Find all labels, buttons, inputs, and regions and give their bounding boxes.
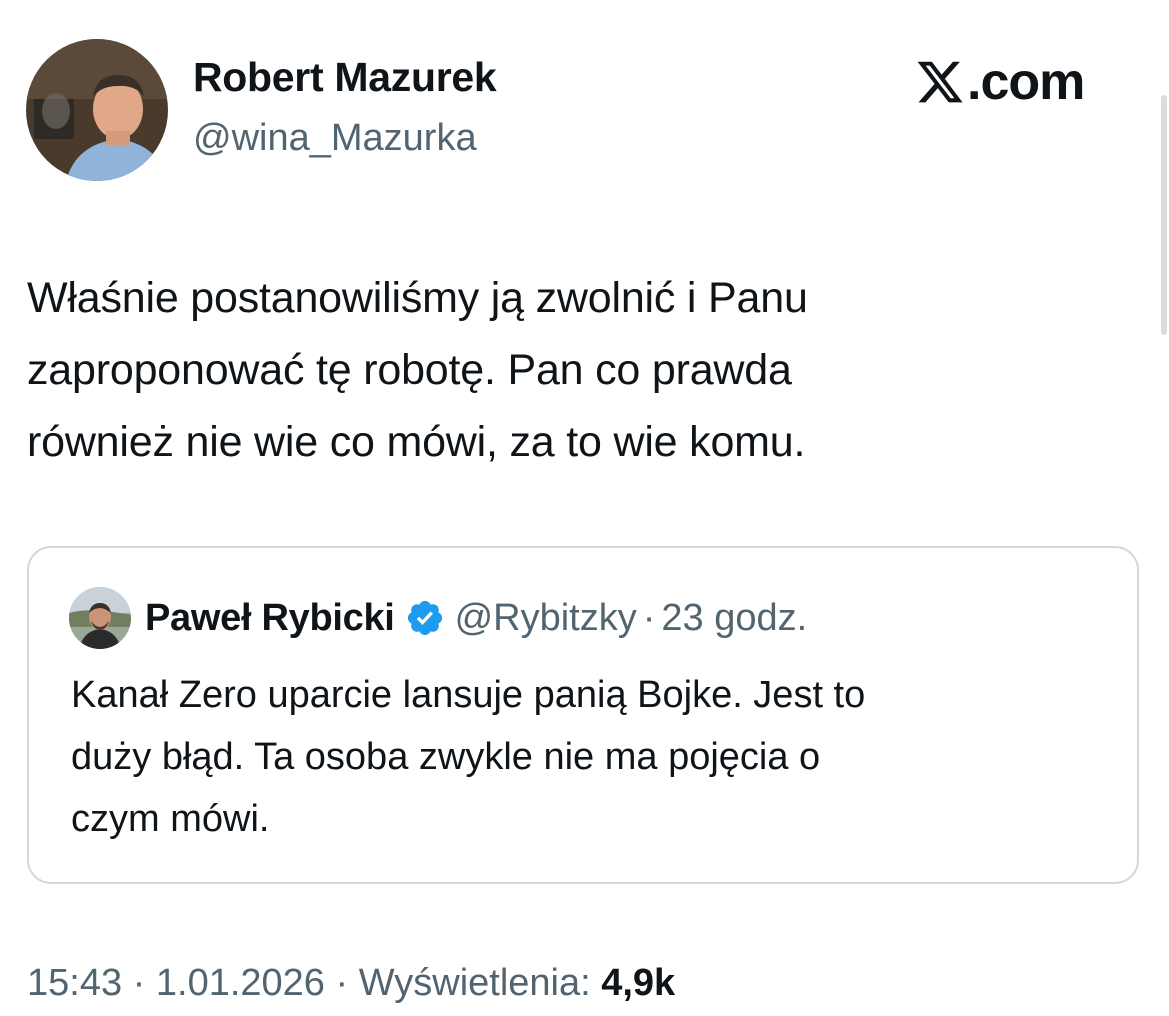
author-avatar[interactable] (26, 39, 168, 181)
meta-separator: · (335, 962, 349, 1004)
brand-text: .com (967, 53, 1085, 111)
tweet-time[interactable]: 15:43 (27, 962, 122, 1004)
brand-watermark: .com (915, 52, 1085, 112)
quoted-author-avatar-image (69, 587, 131, 649)
quoted-text-line: duży błąd. Ta osoba zwykle nie ma pojęci… (71, 736, 821, 778)
scrollbar[interactable] (1161, 95, 1167, 335)
quoted-text-line: czym mówi. (71, 798, 270, 840)
author-name[interactable]: Robert Mazurek (193, 54, 497, 101)
quoted-author-avatar[interactable] (69, 587, 131, 649)
author-handle[interactable]: @wina_Mazurka (193, 117, 477, 160)
verified-badge-icon (407, 600, 442, 636)
x-logo-icon (917, 61, 963, 103)
quoted-tweet-header: Paweł Rybicki @Rybitzky · 23 godz. (69, 586, 807, 650)
tweet-text-line: również nie wie co mówi, za to wie komu. (27, 418, 806, 466)
quoted-timestamp[interactable]: 23 godz. (661, 597, 807, 640)
tweet-text-line: Właśnie postanowiliśmy ją zwolnić i Panu (27, 274, 808, 322)
tweet-date[interactable]: 1.01.2026 (156, 962, 325, 1004)
tweet-text-line: zaproponować tę robotę. Pan co prawda (27, 346, 792, 394)
views-count[interactable]: 4,9k (601, 962, 675, 1004)
views-label: Wyświetlenia: (358, 962, 591, 1004)
tweet-meta: 15:43 · 1.01.2026 · Wyświetlenia: 4,9k (27, 962, 675, 1005)
tweet-text: Właśnie postanowiliśmy ją zwolnić i Panu… (27, 262, 1127, 478)
author-avatar-image (26, 39, 168, 181)
meta-separator: · (132, 962, 146, 1004)
quoted-text-line: Kanał Zero uparcie lansuje panią Bojke. … (71, 674, 866, 716)
quoted-author-handle[interactable]: @Rybitzky (455, 597, 637, 640)
quoted-tweet-card[interactable]: Paweł Rybicki @Rybitzky · 23 godz. Kanał… (27, 546, 1139, 884)
quoted-author-name[interactable]: Paweł Rybicki (145, 597, 395, 640)
quoted-tweet-text: Kanał Zero uparcie lansuje panią Bojke. … (71, 664, 1111, 850)
quoted-separator: · (642, 596, 656, 639)
